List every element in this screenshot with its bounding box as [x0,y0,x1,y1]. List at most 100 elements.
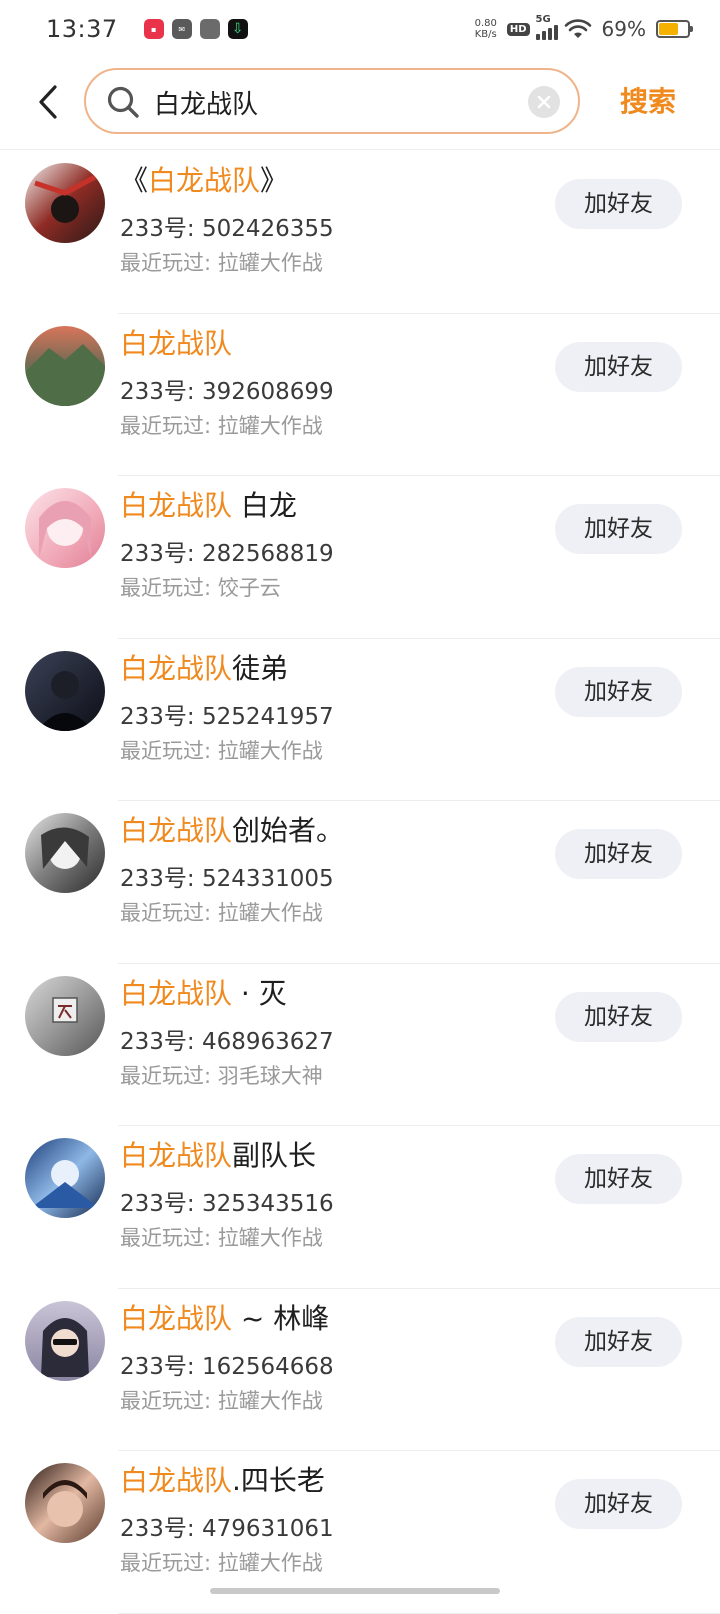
add-friend-button[interactable]: 加好友 [555,1154,682,1204]
avatar[interactable] [25,488,105,568]
app-notification-icon: ▪ [143,19,164,39]
search-button[interactable]: 搜索 [600,80,696,124]
download-notification-icon: ⇩ [227,19,248,39]
recently-played-game: 拉罐大作战 [217,1388,323,1413]
user-id-label: 233号: [120,541,195,567]
avatar-image [25,650,105,731]
add-friend-button[interactable]: 加好友 [555,1316,682,1367]
recently-played-game: 拉罐大作战 [217,901,323,925]
avatar-image [25,1138,105,1218]
user-name-suffix: 副队长 [232,1139,317,1172]
result-row[interactable]: 白龙战队 ~ 林峰 233号: 162564668 最近玩过: 拉罐大作战 加好友 [0,1289,720,1451]
user-name-highlight: 白龙战队 [120,1301,233,1335]
clear-icon[interactable] [528,86,560,118]
recently-played-label: 最近玩过: [120,738,212,763]
search-result-list: 《白龙战队》 233号: 502426355 最近玩过: 拉罐大作战 加好友 白龙战队 2… [0,151,720,1614]
recently-played-game: 拉罐大作战 [217,251,323,275]
recently-played-game: 拉罐大作战 [217,738,323,763]
user-id-value: 162564668 [201,1353,334,1380]
avatar-image [25,488,105,568]
user-id-value: 502426355 [201,216,334,242]
avatar[interactable] [25,975,105,1056]
user-id-label: 233号: [120,1353,195,1380]
network-speed-unit: KB/s [474,29,497,40]
user-name-suffix: · 灭 [232,976,287,1010]
user-name-highlight: 白龙战队 [120,814,233,847]
recently-played: 最近玩过: 拉罐大作战 [120,735,323,765]
recently-played-game: 拉罐大作战 [217,1551,323,1575]
recently-played-label: 最近玩过: [120,251,212,275]
add-friend-button[interactable]: 加好友 [555,991,682,1042]
user-id-value: 468963627 [201,1028,334,1055]
user-name-suffix: 白龙 [232,489,297,522]
user-id-label: 233号: [120,703,195,730]
user-id-value: 525241957 [201,703,334,730]
back-button[interactable] [26,78,70,126]
recently-played-game: 拉罐大作战 [217,1226,323,1250]
user-name-highlight: 白龙战队 [120,651,233,685]
avatar[interactable] [25,1138,105,1218]
user-name: 白龙战队 ~ 林峰 [120,1299,329,1339]
user-name-suffix: 徒弟 [232,651,289,685]
home-indicator[interactable] [210,1588,500,1594]
user-id-value: 392608699 [201,378,334,405]
user-id-value: 325343516 [201,1191,334,1217]
user-id-label: 233号: [120,1191,195,1217]
add-friend-button[interactable]: 加好友 [555,1479,682,1529]
search-box[interactable] [84,68,580,134]
add-friend-button[interactable]: 加好友 [555,829,682,879]
recently-played-label: 最近玩过: [120,413,212,438]
recently-played-label: 最近玩过: [120,576,212,600]
user-name: 白龙战队徒弟 [120,649,288,689]
avatar[interactable] [25,163,105,243]
user-name-prefix: 《 [120,164,149,197]
add-friend-button[interactable]: 加好友 [555,179,682,229]
hd-badge: HD [506,22,530,36]
result-row[interactable]: 白龙战队创始者。 233号: 524331005 最近玩过: 拉罐大作战 加好友 [0,801,720,964]
user-name: 白龙战队创始者。 [120,811,344,851]
network-speed: 0.80 KB/s [475,18,497,40]
add-friend-button[interactable]: 加好友 [555,666,682,717]
avatar[interactable] [25,1463,105,1543]
app-notification-icon [199,19,220,39]
result-row[interactable]: 白龙战队徒弟 233号: 525241957 最近玩过: 拉罐大作战 加好友 [0,639,720,801]
user-name-suffix: 创始者。 [232,814,345,847]
avatar[interactable] [25,325,105,406]
user-name-highlight: 白龙战队 [120,326,233,360]
user-id: 233号: 479631061 [120,1509,334,1543]
avatar[interactable] [25,1300,105,1381]
user-name: 白龙战队 白龙 [120,486,297,526]
user-name: 白龙战队.四长老 [120,1461,325,1501]
result-row[interactable]: 白龙战队 · 灭 233号: 468963627 最近玩过: 羽毛球大神 加好友 [0,964,720,1126]
recently-played: 最近玩过: 拉罐大作战 [120,1547,323,1577]
recently-played: 最近玩过: 拉罐大作战 [120,897,323,927]
user-id-label: 233号: [120,866,195,892]
close-icon [537,95,551,109]
add-friend-button[interactable]: 加好友 [555,341,682,392]
result-row[interactable]: 《白龙战队》 233号: 502426355 最近玩过: 拉罐大作战 加好友 [0,151,720,314]
user-name-suffix: 》 [260,164,289,197]
search-input[interactable] [154,82,514,122]
result-row[interactable]: 白龙战队 233号: 392608699 最近玩过: 拉罐大作战 加好友 [0,314,720,476]
recently-played-label: 最近玩过: [120,1551,212,1575]
status-bar: 13:37 ▪ ✉ ⇩ 0.80 KB/s HD 5G 69% [0,0,720,58]
result-row[interactable]: 白龙战队副队长 233号: 325343516 最近玩过: 拉罐大作战 加好友 [0,1126,720,1289]
user-name-suffix: ~ 林峰 [232,1301,330,1335]
avatar[interactable] [25,813,105,893]
user-id-label: 233号: [120,216,195,242]
network-type-label: 5G [535,14,551,25]
user-id-value: 479631061 [201,1516,334,1542]
user-id-value: 282568819 [201,541,334,567]
avatar[interactable] [25,650,105,731]
user-id: 233号: 468963627 [120,1022,334,1056]
user-id: 233号: 325343516 [120,1184,334,1218]
recently-played: 最近玩过: 饺子云 [120,572,281,602]
add-friend-button[interactable]: 加好友 [555,504,682,554]
user-id: 233号: 525241957 [120,697,334,731]
recently-played: 最近玩过: 羽毛球大神 [120,1060,323,1090]
cell-signal-icon: 5G [535,14,558,40]
user-name-highlight: 白龙战队 [120,1464,233,1497]
user-name: 白龙战队副队长 [120,1136,316,1176]
recently-played: 最近玩过: 拉罐大作战 [120,410,323,440]
result-row[interactable]: 白龙战队 白龙 233号: 282568819 最近玩过: 饺子云 加好友 [0,476,720,639]
